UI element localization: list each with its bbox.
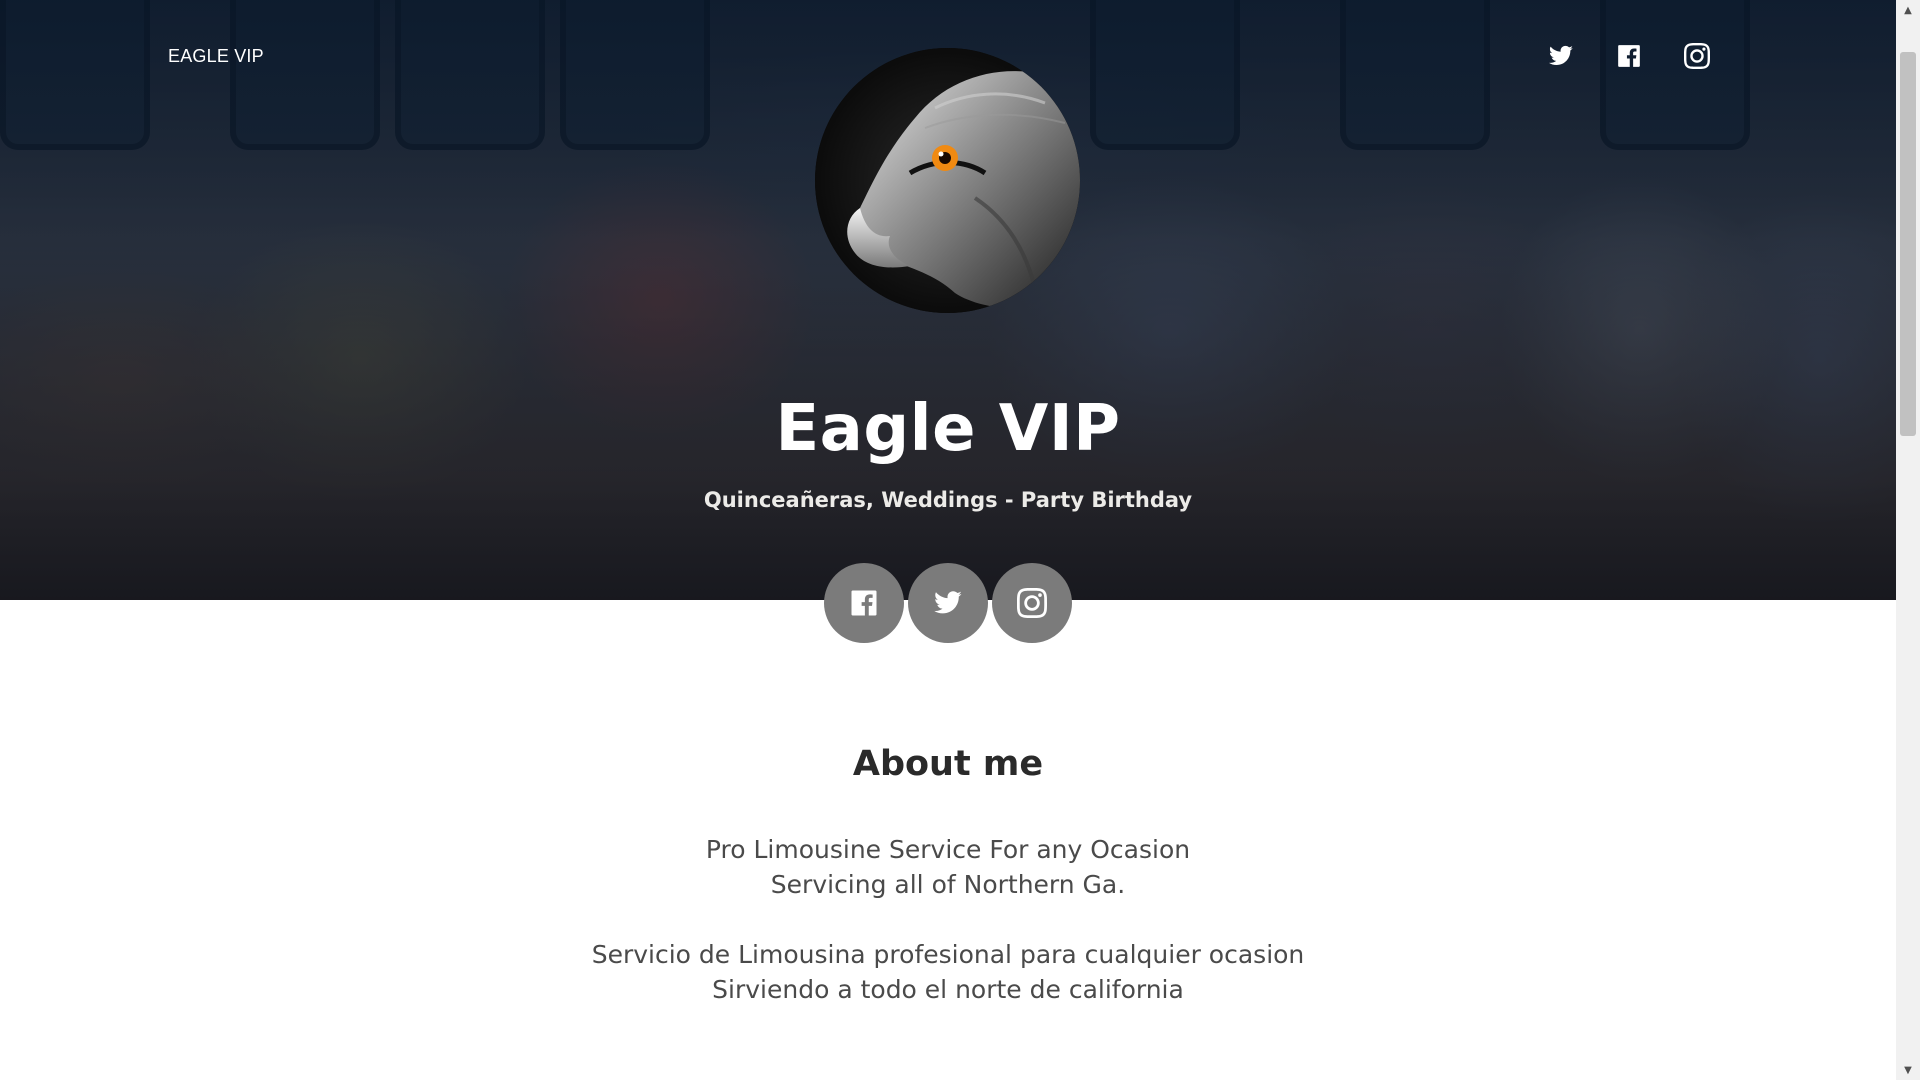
scroll-down-arrow-icon[interactable]: ▼ (1896, 1060, 1920, 1080)
twitter-icon[interactable] (1547, 42, 1575, 70)
instagram-button[interactable] (992, 563, 1072, 643)
facebook-button[interactable] (824, 563, 904, 643)
page: EAGLE VIP Eagle VIP Quinceañeras, Weddin… (0, 0, 1896, 1080)
hero-subtitle: Quinceañeras, Weddings - Party Birthday (703, 488, 1193, 512)
about-line: Pro Limousine Service For any Ocasion (705, 835, 1191, 864)
hero-banner: EAGLE VIP Eagle VIP Quinceañeras, Weddin… (0, 0, 1896, 600)
about-line: Sirviendo a todo el norte de california (712, 975, 1184, 1004)
hero-title: Eagle VIP (775, 392, 1121, 466)
about-heading: About me (852, 744, 1044, 784)
about-line: Servicio de Limousina profesional para c… (591, 940, 1305, 969)
facebook-icon (851, 590, 877, 616)
vertical-scrollbar[interactable]: ▲ ▼ (1896, 0, 1920, 1080)
eagle-head-icon (815, 48, 1080, 313)
brand-link[interactable]: EAGLE VIP (168, 46, 264, 67)
facebook-icon[interactable] (1615, 42, 1643, 70)
social-buttons (0, 563, 1896, 643)
instagram-icon[interactable] (1683, 42, 1711, 70)
about-text: Pro Limousine Service For any Ocasion Se… (0, 832, 1896, 1007)
twitter-button[interactable] (908, 563, 988, 643)
scroll-up-arrow-icon[interactable]: ▲ (1896, 0, 1920, 20)
twitter-icon (934, 591, 962, 614)
about-line: Servicing all of Northern Ga. (770, 870, 1126, 899)
instagram-icon (1017, 588, 1047, 618)
eagle-avatar (815, 48, 1080, 313)
scroll-thumb[interactable] (1900, 52, 1916, 436)
